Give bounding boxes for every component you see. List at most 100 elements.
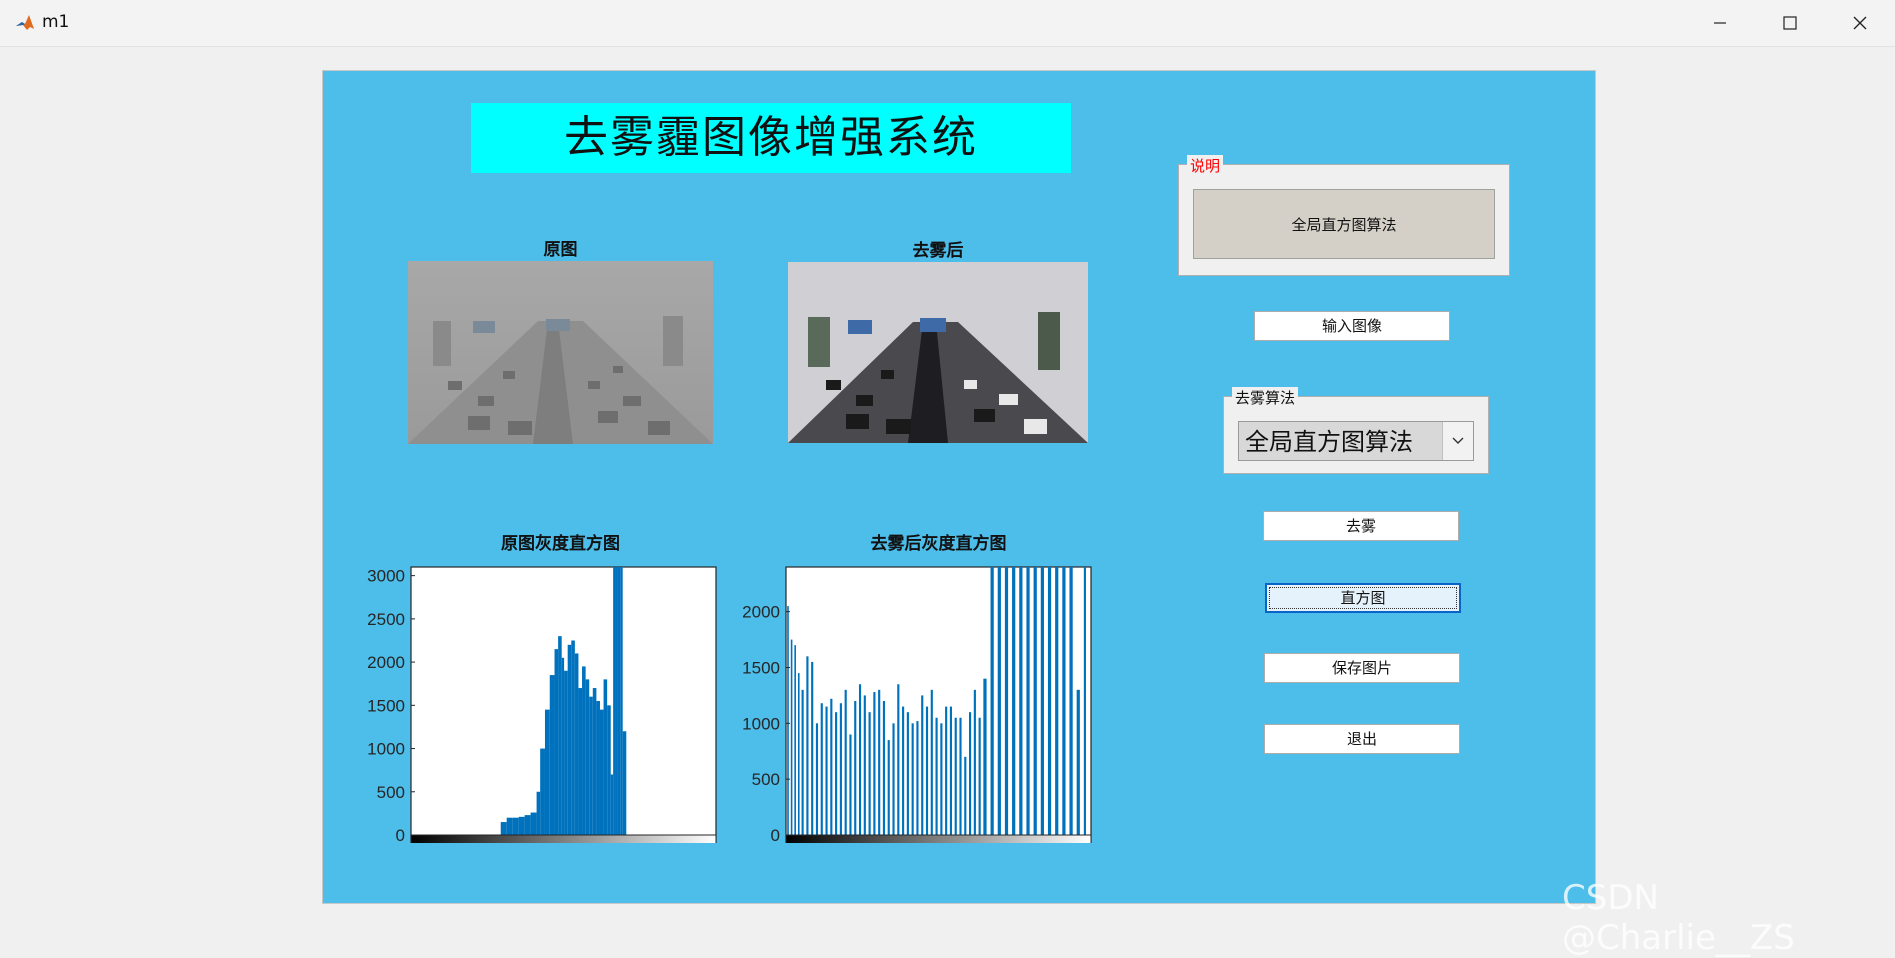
- chevron-down-icon[interactable]: [1442, 422, 1473, 460]
- histogram-bar: [954, 717, 957, 835]
- histogram-bar: [959, 717, 962, 835]
- algorithm-panel-title: 去雾算法: [1232, 387, 1299, 408]
- histogram-bar: [997, 567, 1001, 835]
- histogram-bar: [617, 567, 621, 835]
- histogram-bar: [916, 721, 919, 835]
- window-title-bar: m1: [0, 0, 1895, 47]
- histogram-bar: [863, 695, 866, 835]
- window-title: m1: [42, 12, 70, 32]
- algorithm-panel: 去雾算法 全局直方图算法: [1223, 387, 1489, 474]
- histogram-bar: [964, 756, 967, 835]
- histogram-bar: [887, 740, 890, 835]
- y-tick-label: 500: [752, 770, 780, 789]
- histogram-bar: [620, 567, 623, 835]
- histogram-bar: [578, 688, 583, 835]
- original-image: [408, 261, 713, 444]
- histogram-bar: [610, 774, 614, 835]
- histogram-bar: [613, 567, 616, 835]
- histogram-bar: [1004, 567, 1009, 835]
- histogram-bar: [911, 723, 914, 835]
- histogram-bar: [571, 640, 575, 835]
- close-icon: [1853, 16, 1867, 30]
- maximize-button[interactable]: [1755, 0, 1825, 46]
- save-image-button[interactable]: 保存图片: [1264, 653, 1460, 683]
- histogram-bar: [536, 791, 541, 835]
- y-tick-label: 1000: [367, 740, 405, 759]
- histogram-bar: [940, 723, 943, 835]
- main-title: 去雾霾图像增强系统: [471, 103, 1071, 173]
- histogram-bar: [811, 661, 814, 835]
- histogram-bar: [596, 701, 600, 835]
- dehazed-image: [788, 262, 1088, 443]
- histogram-bar: [849, 734, 852, 835]
- figure-panel: 去雾霾图像增强系统 原图 去雾后 原图灰度直方图 0 500 1000 1500…: [322, 70, 1596, 904]
- histogram-bar: [518, 816, 525, 835]
- histogram-bar: [815, 723, 819, 835]
- histogram-bar: [554, 649, 559, 835]
- histogram-bar: [906, 712, 909, 835]
- histogram-bar: [983, 678, 987, 835]
- algorithm-select[interactable]: 全局直方图算法: [1238, 421, 1474, 461]
- histogram-bar: [574, 653, 579, 835]
- minimize-icon: [1714, 22, 1726, 24]
- dehaze-button[interactable]: 去雾: [1263, 511, 1459, 541]
- histogram-bar: [589, 696, 593, 835]
- original-image-title: 原图: [543, 240, 578, 260]
- histogram-bar: [892, 723, 895, 835]
- histogram-bar: [806, 656, 809, 835]
- histogram-bar: [820, 703, 823, 835]
- histogram-bar: [1033, 567, 1037, 835]
- histogram-bar: [1076, 689, 1080, 835]
- histogram-bar: [1083, 567, 1086, 835]
- histogram-bar: [973, 689, 976, 835]
- histogram-bar: [830, 698, 833, 835]
- close-button[interactable]: [1825, 0, 1895, 46]
- histogram-bar: [902, 706, 905, 835]
- histogram-bar: [549, 675, 555, 835]
- histogram-bar: [1012, 567, 1016, 835]
- y-tick-label: 1000: [742, 714, 780, 733]
- dehazed-histogram-title: 去雾后灰度直方图: [870, 534, 1007, 554]
- histogram-bar: [925, 706, 929, 835]
- histogram-bar: [844, 689, 847, 835]
- histogram-bar: [854, 701, 857, 835]
- histogram-bar: [990, 567, 994, 835]
- grayscale-colorbar: [785, 834, 1092, 843]
- y-tick-label: 1500: [367, 696, 405, 715]
- histogram-bar: [1026, 567, 1030, 835]
- original-histogram-chart: 050010001500200025003000050100150200250: [367, 566, 717, 843]
- histogram-bar: [582, 666, 586, 835]
- histogram-bar: [794, 645, 796, 835]
- histogram-bar: [868, 712, 871, 835]
- maximize-icon: [1783, 16, 1797, 30]
- histogram-bar: [530, 812, 537, 835]
- histogram-bar: [801, 689, 804, 835]
- exit-button[interactable]: 退出: [1264, 724, 1460, 754]
- histogram-button[interactable]: 直方图: [1265, 583, 1461, 613]
- histogram-bar: [1055, 567, 1059, 835]
- histogram-bar: [949, 706, 953, 835]
- histogram-bar: [978, 717, 981, 835]
- dehazed-image-title: 去雾后: [912, 241, 964, 261]
- minimize-button[interactable]: [1685, 0, 1755, 46]
- y-tick-label: 3000: [367, 567, 405, 586]
- y-tick-label: 500: [377, 783, 405, 802]
- y-tick-label: 1500: [742, 659, 780, 678]
- histogram-bar: [585, 679, 590, 835]
- histogram-bar: [540, 748, 545, 835]
- grayscale-colorbar: [410, 834, 717, 843]
- description-panel-title: 说明: [1187, 155, 1224, 176]
- dehazed-histogram-chart: 0500100015002000050100150200250: [742, 566, 1092, 843]
- histogram-bar: [567, 644, 572, 835]
- histogram-bar: [790, 639, 793, 835]
- histogram-bar: [935, 717, 938, 835]
- histogram-bar: [930, 689, 933, 835]
- input-image-button[interactable]: 输入图像: [1254, 311, 1450, 341]
- histogram-bar: [1047, 567, 1052, 835]
- original-photo-graphic: [408, 261, 713, 444]
- histogram-bar: [524, 815, 531, 835]
- histogram-bar: [506, 817, 513, 835]
- original-histogram-title: 原图灰度直方图: [501, 534, 620, 554]
- description-text: 全局直方图算法: [1193, 189, 1495, 259]
- histogram-bar: [897, 684, 900, 835]
